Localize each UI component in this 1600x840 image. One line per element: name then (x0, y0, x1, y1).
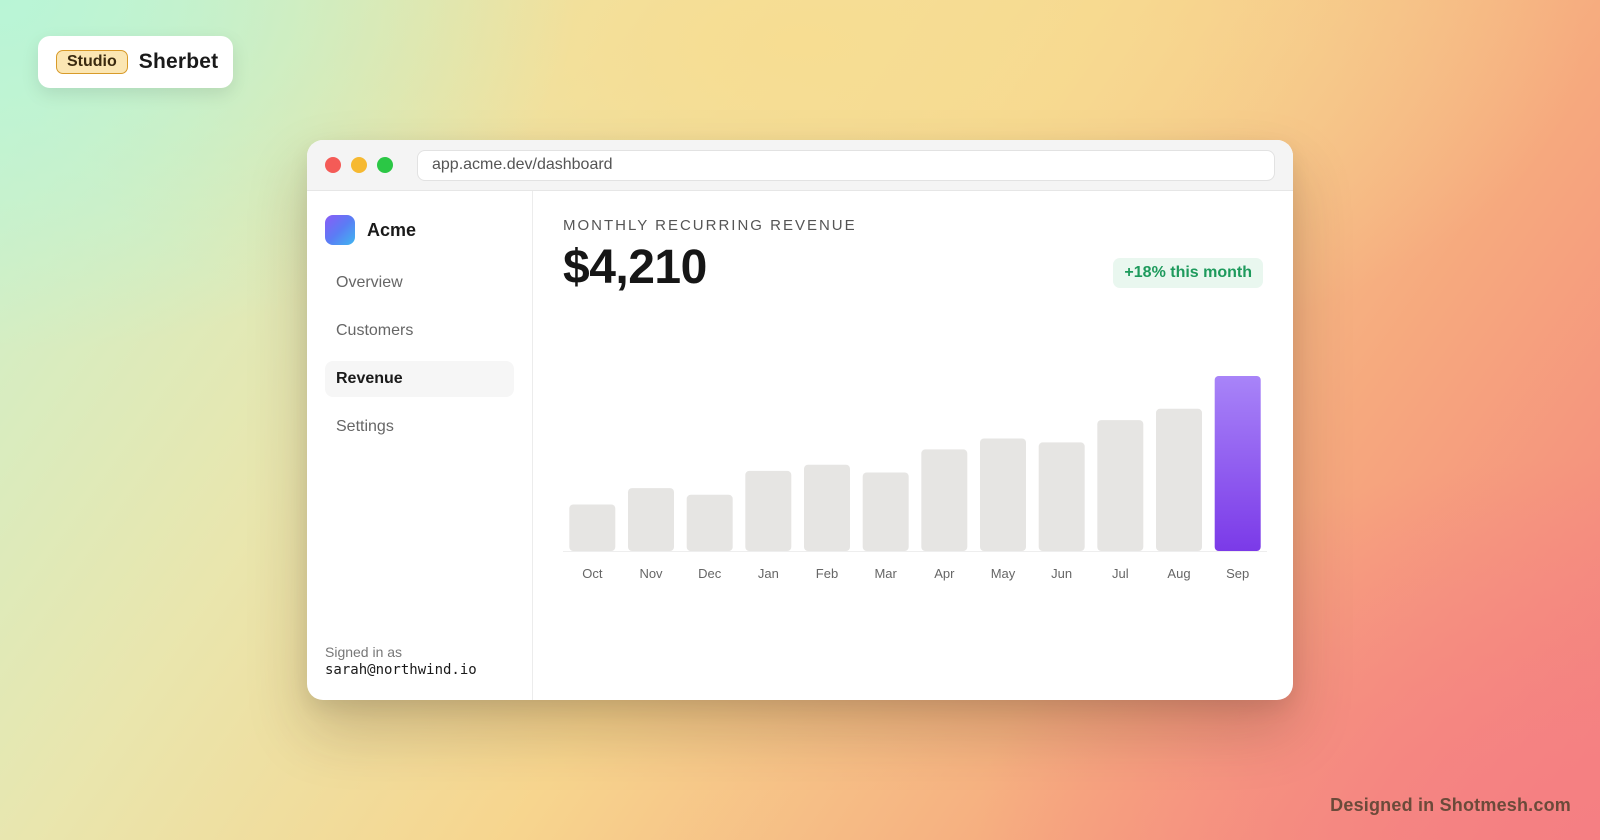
sidebar-item-settings[interactable]: Settings (325, 409, 514, 445)
brand-logo-icon (325, 215, 355, 245)
brand[interactable]: Acme (325, 215, 514, 245)
sidebar-item-customers[interactable]: Customers (325, 313, 514, 349)
sidebar-nav: Overview Customers Revenue Settings (325, 265, 514, 445)
chart-bar-dec (686, 494, 733, 552)
revenue-bar-chart: Oct Nov Dec Jan Feb Mar Apr May Jun Jul Aug Sep (563, 351, 1267, 611)
window-titlebar: app.acme.dev/dashboard (307, 140, 1293, 191)
chart-bar-jan (745, 470, 792, 551)
sidebar-item-label: Customers (336, 322, 414, 339)
chart-x-label: Nov (639, 566, 663, 581)
sidebar-item-label: Settings (336, 418, 394, 435)
address-bar[interactable]: app.acme.dev/dashboard (417, 149, 1275, 181)
studio-name: Sherbet (138, 50, 219, 73)
chart-bar-jun (1038, 442, 1085, 551)
chart-bar-oct (569, 504, 616, 551)
chart-x-label: Jul (1112, 566, 1129, 581)
chart-x-label: Feb (815, 566, 839, 581)
chart-bar-apr (921, 449, 968, 551)
chart-bar-aug (1156, 408, 1202, 551)
chart-bar-jul (1097, 420, 1144, 551)
sidebar-item-label: Overview (336, 274, 403, 291)
growth-badge: +18% this month (1113, 258, 1263, 288)
kpi-label: MONTHLY RECURRING REVENUE (563, 217, 857, 234)
window-controls (325, 157, 393, 173)
signed-in-info: Signed in as sarah@northwind.io (325, 644, 477, 678)
chart-x-label: Sep (1226, 566, 1250, 581)
chart-bar-nov (628, 488, 674, 551)
studio-badge: Studio Sherbet (38, 36, 233, 88)
sidebar-item-label: Revenue (336, 370, 403, 387)
sidebar: Acme Overview Customers Revenue Settings… (307, 191, 533, 700)
app-body: Acme Overview Customers Revenue Settings… (307, 191, 1293, 700)
chart-svg (563, 376, 1267, 552)
footer-credit: Designed in Shotmesh.com (1330, 795, 1571, 815)
brand-name: Acme (367, 219, 417, 240)
maximize-window-button[interactable] (377, 157, 393, 173)
chart-bars (569, 376, 1261, 552)
browser-window: app.acme.dev/dashboard Acme Overview Cus… (307, 140, 1293, 700)
chart-x-label: May (990, 566, 1016, 581)
chart-bar-may (980, 438, 1026, 551)
signed-in-label: Signed in as (325, 644, 403, 660)
main-panel: MONTHLY RECURRING REVENUE $4,210 +18% th… (533, 191, 1293, 700)
chart-x-label: Mar (874, 566, 897, 581)
chart-x-label: Jun (1051, 566, 1073, 581)
chart-x-label: Aug (1167, 566, 1191, 581)
close-window-button[interactable] (325, 157, 341, 173)
chart-x-label: Apr (934, 566, 955, 581)
chart-bar-feb (804, 464, 850, 551)
chart-x-label: Oct (582, 566, 603, 581)
chart-bar-sep (1214, 376, 1261, 551)
chart-x-axis-labels: Oct Nov Dec Jan Feb Mar Apr May Jun Jul Aug Sep (563, 566, 1267, 586)
signed-in-email: sarah@northwind.io (325, 662, 477, 678)
chart-bar-mar (862, 472, 909, 551)
sidebar-item-revenue[interactable]: Revenue (325, 361, 514, 397)
chart-x-label: Jan (757, 566, 779, 581)
minimize-window-button[interactable] (351, 157, 367, 173)
chart-x-label: Dec (698, 566, 722, 581)
sidebar-item-overview[interactable]: Overview (325, 265, 514, 301)
studio-tag: Studio (56, 50, 128, 74)
address-bar-url: app.acme.dev/dashboard (432, 156, 613, 173)
